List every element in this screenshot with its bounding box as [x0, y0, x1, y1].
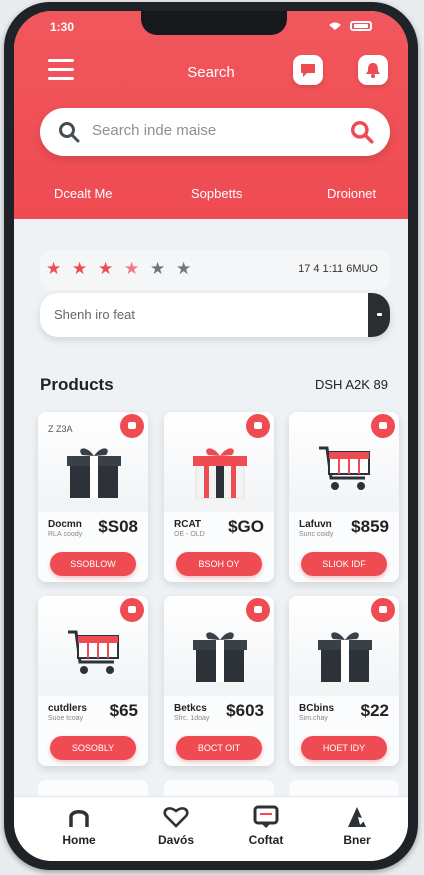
product-card[interactable]: Z Z3A Docmn RLA coody $S08 SSOBLOW: [38, 412, 148, 582]
product-price: $GO: [228, 517, 264, 536]
product-cta-button[interactable]: BOCT OIT: [176, 736, 262, 760]
app-screen: 1:30 Search Search inde maise Dcealt Me …: [14, 11, 408, 861]
secondary-input[interactable]: Shenh iro feat: [40, 293, 390, 337]
favorite-badge[interactable]: [120, 598, 144, 622]
battery-icon: [350, 21, 372, 31]
tabbar-label: Coftat: [248, 833, 284, 847]
tabbar-item-profile[interactable]: Bner: [317, 805, 397, 847]
profile-icon: [348, 807, 366, 827]
product-price: $22: [360, 701, 389, 720]
tab-shopping[interactable]: Sopbetts: [191, 186, 242, 201]
gift-icon: [193, 632, 247, 682]
favorite-badge[interactable]: [246, 598, 270, 622]
section-title: Products: [40, 375, 114, 394]
product-cta-button[interactable]: SOSOBLY: [50, 736, 136, 760]
tabbar-item-home[interactable]: Home: [39, 805, 119, 847]
favorite-badge[interactable]: [371, 414, 395, 438]
star-icon: ★: [176, 259, 192, 278]
product-cta-button[interactable]: SLIOK IDF: [301, 552, 387, 576]
product-subtitle: Sfrc. 1doay: [174, 715, 210, 722]
product-price: $603: [226, 701, 264, 720]
product-price: $859: [351, 517, 389, 536]
product-subtitle: RLA coody: [48, 531, 83, 538]
favorite-badge[interactable]: [120, 414, 144, 438]
notch: [141, 11, 287, 35]
search-input[interactable]: Search inde maise: [92, 122, 216, 139]
product-card[interactable]: Betkcs Sfrc. 1doay $603 BOCT OIT: [164, 596, 274, 766]
bell-button[interactable]: [358, 55, 388, 85]
chat-icon: [253, 805, 279, 828]
product-card[interactable]: BCbins Sim.chay $22 HOET IDY: [289, 596, 399, 766]
tabbar-label: Davós: [157, 833, 195, 847]
product-price: $65: [109, 701, 138, 720]
rating-text: 17 4 1:11 6MUO: [298, 263, 378, 275]
product-name: Lafuvn: [299, 519, 332, 530]
search-icon: [59, 122, 80, 143]
bottom-tab-bar: Home Davós Coftat Bner: [14, 796, 408, 861]
product-subtitle: Sim.chay: [299, 715, 328, 722]
star-icon: ★: [72, 259, 88, 278]
gift-icon: [193, 448, 247, 499]
favorite-badge[interactable]: [246, 414, 270, 438]
cart-icon: [319, 446, 370, 490]
tab-discover[interactable]: Droionet: [327, 186, 376, 201]
tabbar-item-favorites[interactable]: Davós: [136, 805, 216, 847]
product-tag: Z Z3A: [48, 424, 73, 434]
product-name: RCAT: [174, 519, 202, 530]
product-subtitle: Sunc coidy: [299, 531, 334, 538]
star-icon: ★: [46, 259, 62, 278]
gift-icon: [318, 632, 372, 682]
search-submit-icon[interactable]: [350, 120, 374, 144]
gift-icon: [67, 448, 121, 498]
search-bar[interactable]: Search inde maise: [40, 108, 390, 156]
rating-row[interactable]: ★ ★ ★ ★ ★ ★ 17 4 1:11 6MUO: [40, 250, 390, 290]
home-icon: [69, 810, 89, 827]
tabbar-label: Bner: [343, 833, 371, 847]
product-price: $S08: [98, 517, 138, 536]
favorite-badge[interactable]: [371, 598, 395, 622]
tabbar-item-contact[interactable]: Coftat: [226, 805, 306, 847]
status-time: 1:30: [50, 20, 75, 34]
star-icon: ★: [124, 259, 140, 278]
secondary-input-placeholder: Shenh iro feat: [54, 307, 135, 322]
product-name: Docmn: [48, 519, 82, 530]
chat-icon: [301, 64, 315, 77]
app-header: 1:30 Search Search inde maise Dcealt Me …: [14, 11, 408, 219]
heart-icon: [163, 807, 189, 828]
product-cta-button[interactable]: HOET IDY: [301, 736, 387, 760]
bell-icon: [366, 63, 380, 78]
wifi-icon: [329, 22, 341, 30]
product-cta-button[interactable]: BSOH OY: [176, 552, 262, 576]
section-meta: DSH A2K 89: [315, 377, 388, 392]
product-card[interactable]: Lafuvn Sunc coidy $859 SLIOK IDF: [289, 412, 399, 582]
header-title: Search: [187, 64, 235, 81]
star-icon: ★: [150, 259, 166, 278]
star-icon: ★: [98, 259, 114, 278]
phone-frame: 1:30 Search Search inde maise Dcealt Me …: [4, 2, 418, 870]
cart-icon: [68, 630, 119, 674]
chat-button[interactable]: [293, 55, 323, 85]
product-subtitle: OE - OLD: [174, 531, 205, 538]
product-card[interactable]: RCAT OE - OLD $GO BSOH OY: [164, 412, 274, 582]
product-name: Betkcs: [174, 703, 207, 714]
tabbar-label: Home: [62, 833, 96, 847]
input-toggle-button[interactable]: [368, 293, 390, 337]
product-name: cutdlers: [48, 703, 87, 714]
product-name: BCbins: [299, 703, 334, 714]
product-cta-button[interactable]: SSOBLOW: [50, 552, 136, 576]
tab-deals[interactable]: Dcealt Me: [54, 186, 113, 201]
product-subtitle: Suoe tcoay: [48, 715, 84, 722]
product-card[interactable]: cutdlers Suoe tcoay $65 SOSOBLY: [38, 596, 148, 766]
